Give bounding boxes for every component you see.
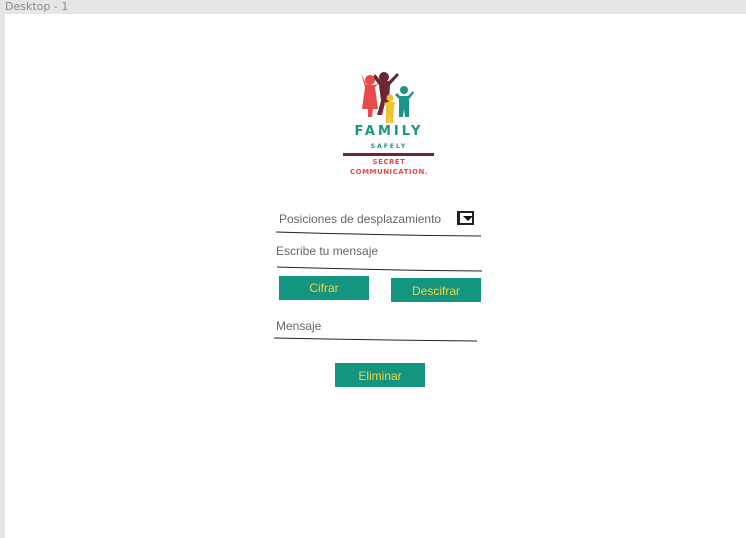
logo-family-text: FAMILY [354,124,424,139]
shift-select-underline [275,231,482,237]
shift-select-dropdown[interactable] [457,211,474,225]
message-input-underline [276,266,483,272]
family-figures-icon [361,72,414,123]
family-safely-logo: FAMILY SAFELY SECRET COMMUNICATION. [337,71,441,196]
decipher-button[interactable]: Descifrar [391,278,481,302]
logo-safely-text: SAFELY [370,143,408,150]
output-message-underline [273,337,478,342]
delete-button[interactable]: Eliminar [335,363,425,387]
message-input[interactable]: Escribe tu mensaje [276,244,378,258]
cipher-button[interactable]: Cifrar [279,276,369,300]
output-message-field[interactable]: Mensaje [276,319,321,333]
shift-select-label[interactable]: Posiciones de desplazamiento [279,212,441,226]
logo-secret-text: SECRET [372,158,406,166]
logo-communication-text: COMMUNICATION. [349,168,429,176]
chevron-down-icon [463,216,473,221]
artboard: FAMILY SAFELY SECRET COMMUNICATION. Posi… [5,14,746,538]
window-title: Desktop - 1 [5,0,69,13]
logo-divider [343,153,434,156]
